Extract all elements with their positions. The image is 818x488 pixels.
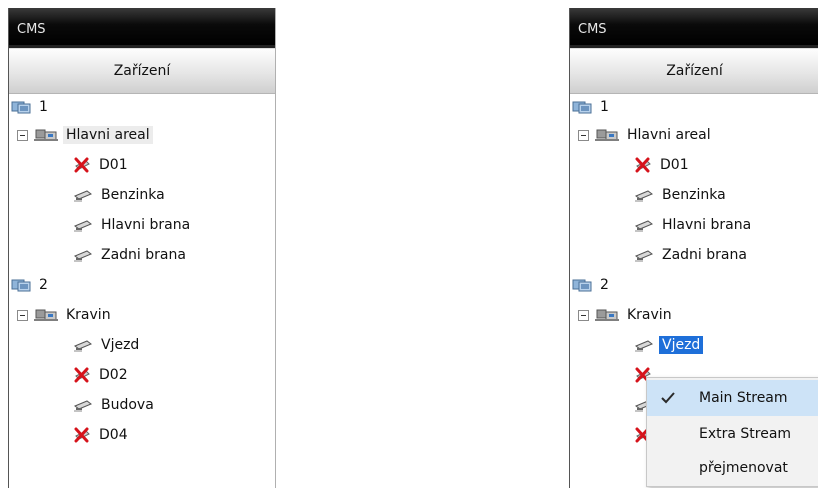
tree-node-label: 1	[39, 99, 48, 115]
tree-node-label: 2	[600, 277, 609, 293]
menu-item-rename[interactable]: přejmenovat	[647, 450, 818, 486]
camera-icon	[73, 188, 93, 202]
camera-icon	[634, 188, 654, 202]
tree-node-group-1[interactable]: 1	[11, 95, 51, 119]
tree-node-group-2[interactable]: 2	[572, 273, 612, 297]
left-cms-panel: CMS Zařízení 1 Hlavni areal D01 Benzinka…	[8, 8, 276, 488]
server-group-icon	[572, 278, 592, 292]
tree-node-area-hlavni-areal[interactable]: Hlavni areal	[17, 123, 153, 147]
menu-item-label: Extra Stream	[699, 426, 792, 442]
camera-offline-icon	[73, 367, 91, 383]
device-label: Hlavni brana	[662, 217, 752, 233]
tree-device-d02[interactable]: D02	[73, 363, 131, 387]
tree-device-zadni-brana[interactable]: Zadni brana	[634, 243, 750, 267]
tree-node-label: Kravin	[66, 307, 111, 323]
tree-node-label: Kravin	[627, 307, 672, 323]
camera-icon	[73, 338, 93, 352]
device-label: Hlavni brana	[101, 217, 191, 233]
menu-item-label: přejmenovat	[699, 460, 788, 476]
tree-device-hlavni-brana[interactable]: Hlavni brana	[73, 213, 193, 237]
tree-node-area-kravin[interactable]: Kravin	[578, 303, 675, 327]
collapse-toggle-icon[interactable]	[17, 129, 28, 141]
tab-devices[interactable]: Zařízení	[570, 48, 818, 94]
device-label: Vjezd	[101, 337, 140, 353]
tree-device-d01[interactable]: D01	[73, 153, 131, 177]
menu-item-extra-stream[interactable]: Extra Stream	[647, 416, 818, 452]
tree-device-benzinka[interactable]: Benzinka	[73, 183, 168, 207]
window-title: CMS	[9, 8, 275, 48]
tree-node-label: 2	[39, 277, 48, 293]
device-label: D04	[99, 427, 128, 443]
tree-node-group-1[interactable]: 1	[572, 95, 612, 119]
tree-device-hlavni-brana[interactable]: Hlavni brana	[634, 213, 754, 237]
tree-node-area-hlavni-areal[interactable]: Hlavni areal	[578, 123, 714, 147]
collapse-toggle-icon[interactable]	[578, 309, 589, 321]
tree-device-vjezd[interactable]: Vjezd	[73, 333, 142, 357]
camera-offline-icon	[73, 157, 91, 173]
device-label: D01	[660, 157, 689, 173]
menu-item-main-stream[interactable]: Main Stream	[647, 380, 818, 416]
tree-device-budova[interactable]: Budova	[73, 393, 157, 417]
tree-device-d01[interactable]: D01	[634, 153, 692, 177]
tree-node-label: Hlavni areal	[627, 127, 711, 143]
collapse-toggle-icon[interactable]	[578, 129, 589, 141]
camera-icon	[73, 398, 93, 412]
device-label: Benzinka	[101, 187, 165, 203]
device-label: Zadni brana	[101, 247, 186, 263]
window-title: CMS	[570, 8, 818, 48]
device-group-icon	[34, 128, 58, 142]
server-group-icon	[11, 278, 31, 292]
camera-offline-icon	[73, 427, 91, 443]
camera-icon	[634, 218, 654, 232]
camera-icon	[634, 338, 654, 352]
tree-device-vjezd-selected[interactable]: Vjezd	[634, 333, 704, 357]
camera-icon	[73, 218, 93, 232]
device-label: Vjezd	[659, 336, 704, 354]
server-group-icon	[11, 100, 31, 114]
tab-devices[interactable]: Zařízení	[9, 48, 275, 94]
tree-node-group-2[interactable]: 2	[11, 273, 51, 297]
device-group-icon	[595, 308, 619, 322]
tree-node-label: Hlavni areal	[63, 126, 153, 144]
device-group-icon	[34, 308, 58, 322]
tree-device-d04[interactable]: D04	[73, 423, 131, 447]
checkmark-icon	[661, 392, 675, 404]
device-label: D01	[99, 157, 128, 173]
tree-device-zadni-brana[interactable]: Zadni brana	[73, 243, 189, 267]
server-group-icon	[572, 100, 592, 114]
camera-icon	[634, 248, 654, 262]
tree-node-label: 1	[600, 99, 609, 115]
menu-item-label: Main Stream	[699, 390, 788, 406]
camera-icon	[73, 248, 93, 262]
device-context-menu: Main Stream Extra Stream přejmenovat	[646, 377, 818, 487]
tree-node-area-kravin[interactable]: Kravin	[17, 303, 114, 327]
device-label: Budova	[101, 397, 154, 413]
camera-offline-icon	[634, 157, 652, 173]
device-label: D02	[99, 367, 128, 383]
device-group-icon	[595, 128, 619, 142]
collapse-toggle-icon[interactable]	[17, 309, 28, 321]
tree-device-benzinka[interactable]: Benzinka	[634, 183, 729, 207]
device-label: Benzinka	[662, 187, 726, 203]
device-label: Zadni brana	[662, 247, 747, 263]
